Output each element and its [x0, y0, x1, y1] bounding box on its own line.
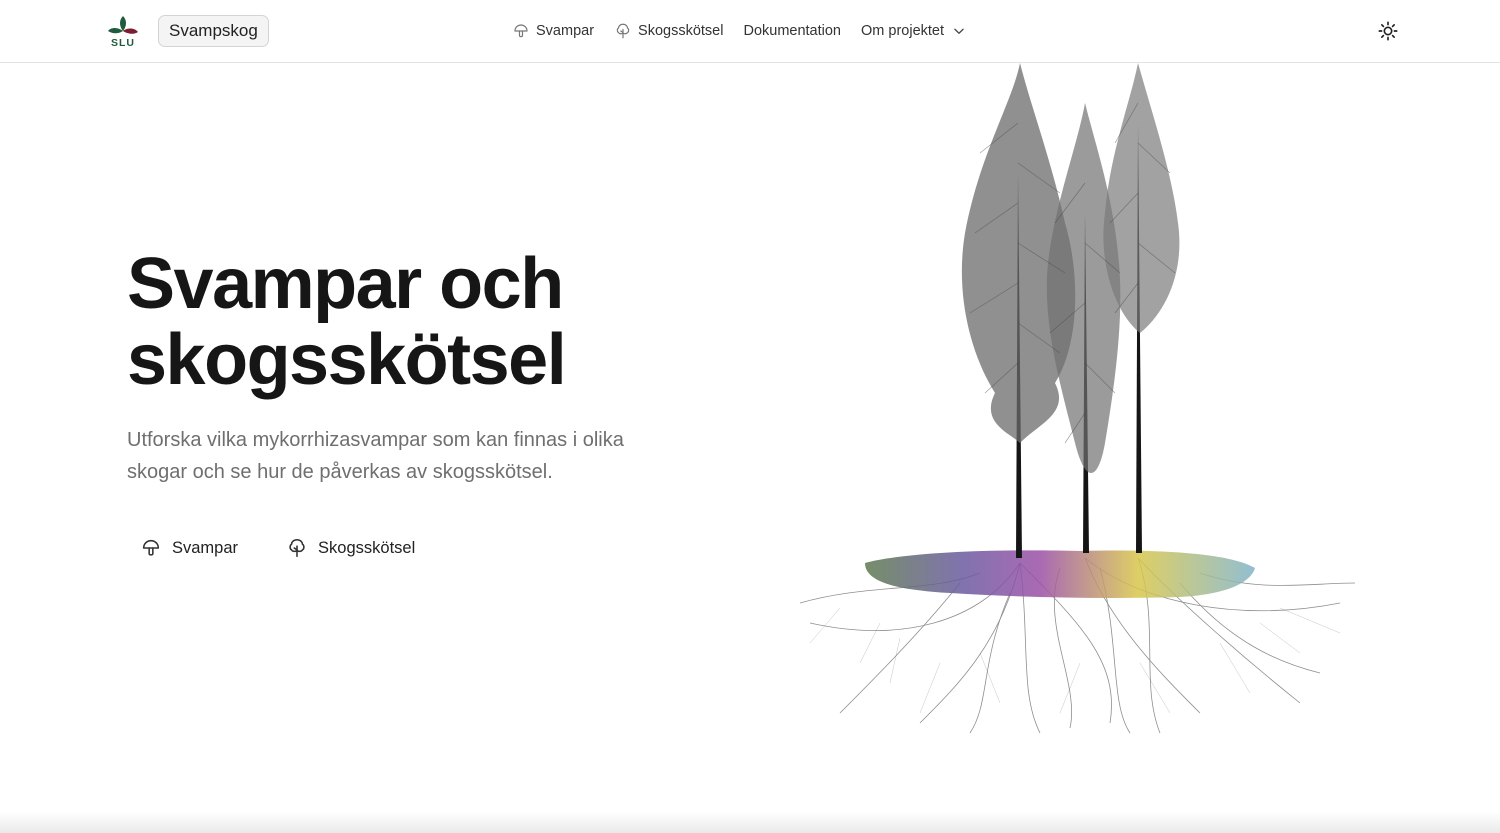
mushroom-icon	[514, 24, 528, 38]
svampar-button-label: Svampar	[172, 538, 239, 557]
nav-item-label: Om projektet	[861, 23, 944, 39]
logo-text: SLU	[111, 37, 135, 49]
hero-actions: Svampar Skogsskötsel	[128, 530, 451, 566]
nav-item-label: Dokumentation	[743, 23, 841, 39]
nav-item-om-projektet[interactable]: Om projektet	[861, 18, 966, 44]
nav-item-skogsskotsel[interactable]: Skogsskötsel	[614, 18, 723, 44]
nav-item-label: Skogsskötsel	[638, 23, 724, 39]
tree-icon	[616, 23, 630, 39]
hero-subtitle: Utforska vilka mykorrhizasvampar som kan…	[127, 429, 624, 483]
chevron-down-icon	[954, 28, 964, 34]
nav-item-label: Svampar	[536, 23, 595, 39]
title-line-2: skogsskötsel	[127, 320, 567, 400]
slu-logo[interactable]: SLU	[104, 12, 142, 50]
brand-button[interactable]: Svampskog	[158, 15, 269, 47]
skogsskotsel-button-label: Skogsskötsel	[318, 538, 416, 557]
theme-toggle-button[interactable]	[1374, 17, 1402, 45]
sun-icon	[1378, 21, 1398, 41]
nav-item-svampar[interactable]: Svampar	[512, 18, 594, 44]
forest-illustration	[780, 63, 1360, 743]
main-nav: Svampar Skogsskötsel Dokumentation Om pr…	[512, 18, 986, 44]
svampar-button[interactable]: Svampar	[128, 530, 250, 566]
title-line-1: Svampar och	[127, 244, 564, 324]
page-title: Svampar och skogsskötsel	[127, 246, 747, 398]
skogsskotsel-button[interactable]: Skogsskötsel	[274, 530, 427, 566]
top-navigation-bar: SLU Svampskog Svampar Skogsskötsel Dokum…	[0, 0, 1500, 63]
nav-item-dokumentation[interactable]: Dokumentation	[743, 18, 841, 44]
mushroom-icon	[142, 539, 160, 556]
tree-icon	[289, 538, 305, 558]
bottom-edge-shadow	[0, 812, 1500, 833]
